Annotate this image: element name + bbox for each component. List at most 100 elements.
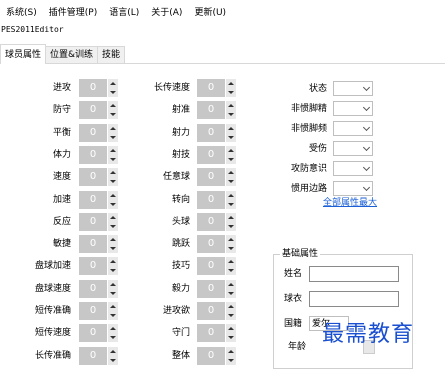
left-stat-spinbox[interactable]: 0 [79,101,118,120]
right-stat-value[interactable]: 0 [197,279,225,298]
increment-arrow-icon[interactable] [226,124,236,133]
decrement-arrow-icon[interactable] [226,155,236,164]
decrement-arrow-icon[interactable] [226,311,236,320]
left-stat-value[interactable]: 0 [79,346,107,365]
menu-system[interactable]: 系统(S) [0,5,37,18]
right-stat-value[interactable]: 0 [197,346,225,365]
dropdown-select[interactable] [333,101,373,116]
tab-player-attributes[interactable]: 球员属性 [0,44,47,64]
name-field[interactable] [309,266,399,282]
left-stat-spinbox[interactable]: 0 [79,302,118,320]
left-stat-value[interactable]: 0 [79,123,107,142]
left-stat-value[interactable]: 0 [79,79,107,97]
decrement-arrow-icon[interactable] [226,133,236,142]
decrement-arrow-icon[interactable] [108,110,118,119]
decrement-arrow-icon[interactable] [226,356,236,365]
increment-arrow-icon[interactable] [226,191,236,200]
right-stat-spinbox[interactable]: 0 [197,257,236,276]
increment-arrow-icon[interactable] [226,235,236,244]
left-stat-value[interactable]: 0 [79,168,107,187]
left-stat-spinbox[interactable]: 0 [79,324,118,343]
menu-language[interactable]: 语言(L) [103,5,139,18]
tab-skills[interactable]: 技能 [97,46,126,63]
increment-arrow-icon[interactable] [108,124,118,133]
right-stat-value[interactable]: 0 [197,235,225,254]
increment-arrow-icon[interactable] [226,302,236,311]
left-stat-spinbox[interactable]: 0 [79,79,118,97]
right-stat-spinbox[interactable]: 0 [197,79,236,97]
decrement-arrow-icon[interactable] [226,222,236,231]
increment-arrow-icon[interactable] [108,168,118,177]
decrement-arrow-icon[interactable] [108,133,118,142]
increment-arrow-icon[interactable] [108,146,118,155]
jersey-field[interactable] [309,291,399,307]
decrement-arrow-icon[interactable] [108,266,118,275]
menu-update[interactable]: 更新(U) [188,5,226,18]
left-stat-spinbox[interactable]: 0 [79,279,118,298]
increment-arrow-icon[interactable] [108,235,118,244]
left-stat-spinbox[interactable]: 0 [79,168,118,187]
increment-arrow-icon[interactable] [226,146,236,155]
left-stat-value[interactable]: 0 [79,324,107,343]
right-stat-spinbox[interactable]: 0 [197,190,236,209]
right-stat-spinbox[interactable]: 0 [197,101,236,120]
decrement-arrow-icon[interactable] [226,289,236,298]
left-stat-spinbox[interactable]: 0 [79,257,118,276]
right-stat-spinbox[interactable]: 0 [197,302,236,320]
left-stat-value[interactable]: 0 [79,235,107,254]
increment-arrow-icon[interactable] [108,347,118,356]
left-stat-value[interactable]: 0 [79,101,107,120]
decrement-arrow-icon[interactable] [226,266,236,275]
right-stat-value[interactable]: 0 [197,168,225,187]
left-stat-spinbox[interactable]: 0 [79,235,118,254]
right-stat-value[interactable]: 0 [197,101,225,120]
left-stat-value[interactable]: 0 [79,257,107,276]
dropdown-select[interactable] [333,121,373,136]
increment-arrow-icon[interactable] [226,79,236,88]
increment-arrow-icon[interactable] [108,302,118,311]
decrement-arrow-icon[interactable] [226,244,236,253]
right-stat-spinbox[interactable]: 0 [197,212,236,231]
decrement-arrow-icon[interactable] [108,88,118,97]
right-stat-spinbox[interactable]: 0 [197,168,236,187]
increment-arrow-icon[interactable] [108,280,118,289]
decrement-arrow-icon[interactable] [108,177,118,186]
decrement-arrow-icon[interactable] [226,110,236,119]
decrement-arrow-icon[interactable] [226,88,236,97]
right-stat-value[interactable]: 0 [197,79,225,97]
decrement-arrow-icon[interactable] [108,289,118,298]
left-stat-value[interactable]: 0 [79,302,107,320]
left-stat-spinbox[interactable]: 0 [79,123,118,142]
left-stat-spinbox[interactable]: 0 [79,190,118,209]
right-stat-value[interactable]: 0 [197,145,225,164]
right-stat-spinbox[interactable]: 0 [197,145,236,164]
left-stat-spinbox[interactable]: 0 [79,346,118,365]
right-stat-spinbox[interactable]: 0 [197,279,236,298]
right-stat-spinbox[interactable]: 0 [197,123,236,142]
increment-arrow-icon[interactable] [108,213,118,222]
decrement-arrow-icon[interactable] [108,356,118,365]
increment-arrow-icon[interactable] [226,324,236,333]
left-stat-spinbox[interactable]: 0 [79,212,118,231]
decrement-arrow-icon[interactable] [226,200,236,209]
decrement-arrow-icon[interactable] [108,155,118,164]
decrement-arrow-icon[interactable] [108,244,118,253]
increment-arrow-icon[interactable] [108,324,118,333]
left-stat-spinbox[interactable]: 0 [79,145,118,164]
increment-arrow-icon[interactable] [108,101,118,110]
right-stat-value[interactable]: 0 [197,257,225,276]
increment-arrow-icon[interactable] [226,280,236,289]
right-stat-value[interactable]: 0 [197,324,225,343]
left-stat-value[interactable]: 0 [79,212,107,231]
right-stat-spinbox[interactable]: 0 [197,235,236,254]
menu-plugins[interactable]: 插件管理(P) [43,5,97,18]
right-stat-value[interactable]: 0 [197,190,225,209]
tab-position-training[interactable]: 位置&训练 [45,46,99,63]
increment-arrow-icon[interactable] [226,168,236,177]
increment-arrow-icon[interactable] [226,101,236,110]
dropdown-select[interactable] [333,81,373,96]
increment-arrow-icon[interactable] [226,347,236,356]
dropdown-select[interactable] [333,141,373,156]
increment-arrow-icon[interactable] [108,191,118,200]
menu-about[interactable]: 关于(A) [145,5,182,18]
